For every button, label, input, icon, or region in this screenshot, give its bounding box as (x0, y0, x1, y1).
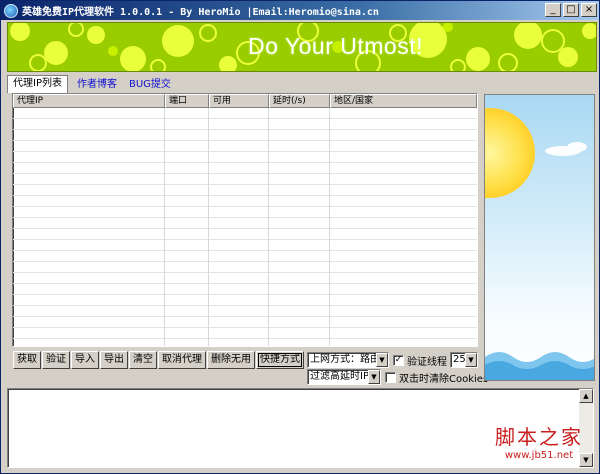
delete-useless-button[interactable]: 删除无用 (207, 351, 255, 369)
column-header-port[interactable]: 端口 (165, 94, 209, 108)
column-header-region[interactable]: 地区/国家 (330, 94, 477, 108)
fetch-button[interactable]: 获取 (13, 351, 41, 369)
app-globe-icon (4, 3, 18, 18)
import-button[interactable]: 导入 (71, 351, 99, 369)
window-title: 英雄免费IP代理软件 1.0.0.1 - By HeroMio |Email:H… (22, 7, 379, 18)
dblclick-clear-cookies-label: 双击时清除Cookies (399, 374, 489, 385)
export-button[interactable]: 导出 (100, 351, 128, 369)
banner: Do Your Utmost! (7, 22, 597, 72)
table-body[interactable] (13, 108, 477, 346)
chevron-down-icon[interactable]: ▼ (376, 353, 388, 367)
decor-image-panel (484, 94, 595, 381)
latency-filter-value: 过滤高延时IP (310, 371, 369, 382)
net-mode-value: 上网方式：路由 (310, 354, 380, 365)
tab-proxy-list[interactable]: 代理IP列表 (7, 75, 68, 93)
chevron-down-icon[interactable]: ▼ (465, 353, 477, 367)
cloud-icon (545, 142, 587, 156)
checkbox-box[interactable] (385, 372, 396, 383)
column-divider (208, 108, 209, 346)
close-button[interactable]: × (581, 3, 597, 17)
verify-threads-label: 验证线程 (407, 357, 447, 368)
tab-author-blog[interactable]: 作者博客 (72, 77, 122, 93)
shortcut-button[interactable]: 快捷方式 (256, 351, 304, 369)
chevron-down-icon[interactable]: ▼ (368, 370, 380, 384)
cancel-proxy-button[interactable]: 取消代理 (158, 351, 206, 369)
column-header-proxy-ip[interactable]: 代理IP (13, 94, 165, 108)
threads-count-value: 25 (453, 354, 466, 365)
threads-count-select[interactable]: 25 ▼ (450, 352, 478, 368)
dblclick-clear-cookies-checkbox[interactable]: 双击时清除Cookies (385, 370, 488, 385)
tab-bar: 代理IP列表 作者博客 BUG提交 (7, 75, 176, 93)
column-divider (164, 108, 165, 346)
checkmark-icon[interactable]: ✓ (393, 355, 404, 366)
banner-slogan: Do Your Utmost! (248, 33, 423, 59)
action-button-row: 获取 验证 导入 导出 清空 取消代理 删除无用 快捷方式 (13, 351, 304, 369)
log-output-area[interactable]: ▲ ▼ 脚本之家 www.jb51.net (7, 388, 594, 468)
latency-filter-select[interactable]: 过滤高延时IP ▼ (307, 369, 381, 385)
app-window: 英雄免费IP代理软件 1.0.0.1 - By HeroMio |Email:H… (0, 0, 600, 474)
watermark-title: 脚本之家 (495, 425, 583, 449)
verify-button[interactable]: 验证 (42, 351, 70, 369)
column-header-latency[interactable]: 延时(/s) (269, 94, 330, 108)
net-mode-select[interactable]: 上网方式：路由 ▼ (307, 352, 389, 368)
column-header-available[interactable]: 可用 (209, 94, 269, 108)
maximize-button[interactable]: □ (563, 3, 579, 17)
verify-threads-checkbox[interactable]: ✓ 验证线程 (393, 353, 447, 368)
tab-bug-report[interactable]: BUG提交 (124, 77, 176, 93)
title-bar[interactable]: 英雄免费IP代理软件 1.0.0.1 - By HeroMio |Email:H… (1, 1, 599, 20)
window-controls: _ □ × (545, 3, 597, 17)
proxy-list-table[interactable]: 代理IP 端口 可用 延时(/s) 地区/国家 (12, 93, 478, 347)
watermark: 脚本之家 www.jb51.net (495, 421, 583, 461)
sun-icon (485, 108, 535, 198)
wave-icon (485, 352, 594, 380)
sun-illustration (485, 108, 594, 380)
table-header: 代理IP 端口 可用 延时(/s) 地区/国家 (13, 94, 477, 108)
clear-button[interactable]: 清空 (129, 351, 157, 369)
watermark-url: www.jb51.net (504, 450, 574, 461)
column-divider (268, 108, 269, 346)
column-divider (329, 108, 330, 346)
scroll-up-icon[interactable]: ▲ (579, 389, 593, 403)
minimize-button[interactable]: _ (545, 3, 561, 17)
